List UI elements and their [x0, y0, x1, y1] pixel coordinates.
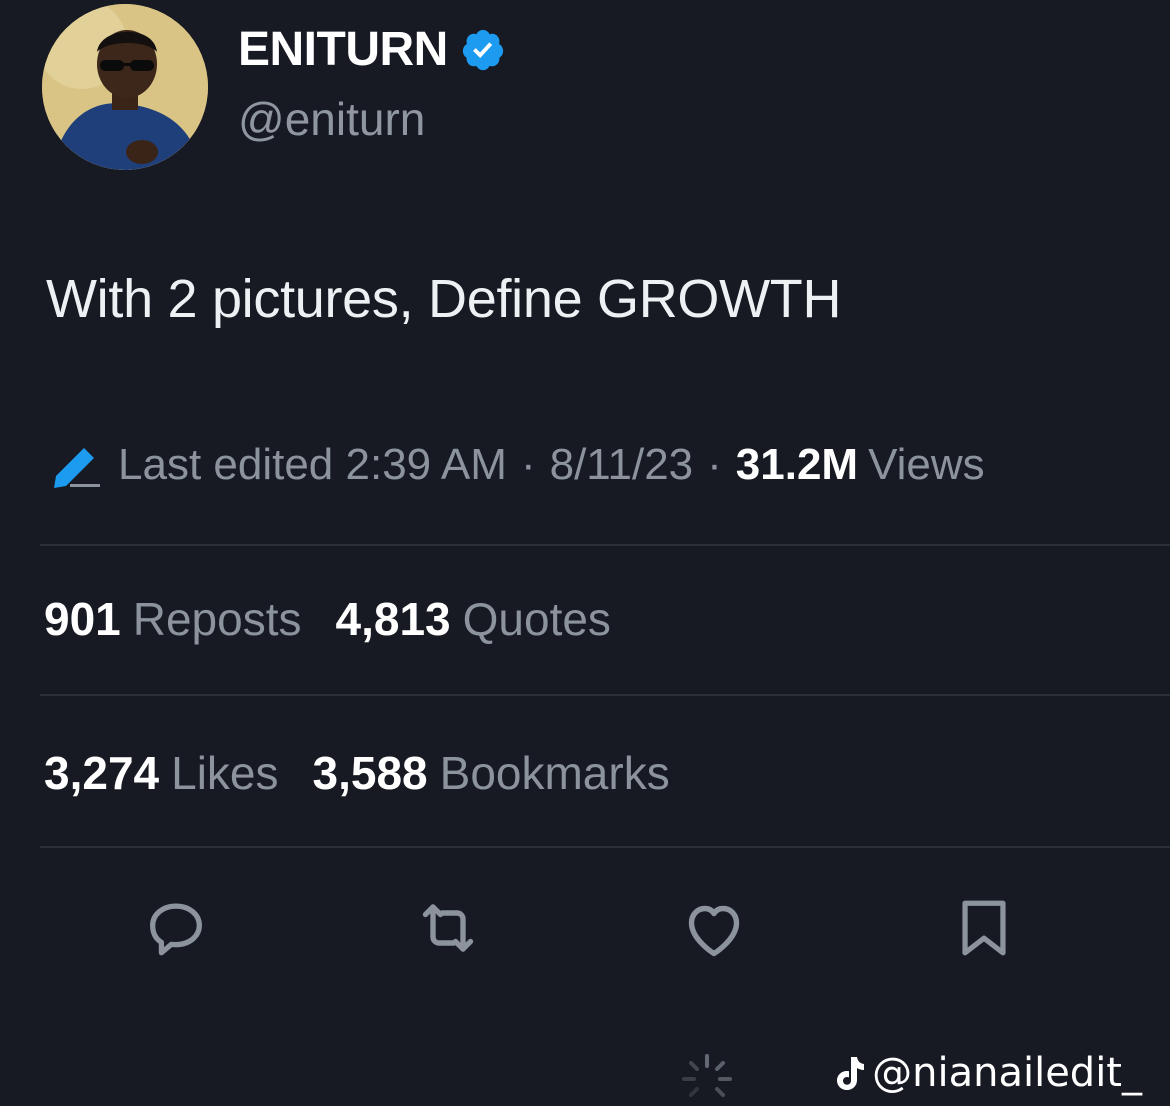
edited-label[interactable]: Last edited 2:39 AM	[118, 440, 507, 490]
views-label: Views	[868, 440, 985, 489]
divider	[40, 544, 1170, 546]
author-display-name[interactable]: ENITURN	[238, 22, 448, 77]
action-bar	[0, 892, 1170, 972]
quotes-count: 4,813	[335, 593, 451, 645]
pencil-edit-icon[interactable]	[50, 440, 118, 490]
tweet-text: With 2 pictures, Define GROWTH	[46, 269, 842, 329]
author-avatar[interactable]	[42, 4, 208, 170]
like-button[interactable]	[678, 892, 750, 964]
tweet-date: 8/11/23	[549, 440, 694, 489]
author-name-row: ENITURN	[238, 22, 506, 77]
quotes-label: Quotes	[462, 593, 611, 645]
repost-icon	[422, 904, 474, 952]
divider	[40, 694, 1170, 696]
reposts-count: 901	[44, 593, 121, 645]
verified-badge-icon	[460, 27, 506, 73]
reposts-label: Reposts	[132, 593, 302, 645]
meta-separator: ·	[520, 440, 536, 489]
avatar-photo	[42, 4, 208, 170]
tiktok-watermark: @nianailedit_	[832, 1050, 1142, 1096]
tweet-meta-row: Last edited 2:39 AM · 8/11/23 · 31.2M Vi…	[50, 440, 985, 490]
views-count: 31.2M	[735, 440, 859, 489]
quotes-stat[interactable]: 4,813 Quotes	[336, 592, 611, 646]
author-handle[interactable]: @eniturn	[238, 92, 425, 146]
stats-row-likes-bookmarks: 3,274 Likes 3,588 Bookmarks	[44, 746, 704, 800]
reply-button[interactable]	[140, 892, 212, 964]
meta-separator-2: ·	[707, 440, 722, 489]
bookmarks-stat[interactable]: 3,588 Bookmarks	[313, 746, 670, 800]
tiktok-icon	[837, 1057, 865, 1090]
bookmark-icon	[962, 900, 1006, 956]
like-icon	[688, 905, 740, 957]
reposts-stat[interactable]: 901 Reposts	[44, 592, 302, 646]
reply-icon	[150, 903, 202, 956]
bookmarks-label: Bookmarks	[439, 747, 670, 799]
tweet-detail-page: ENITURN @eniturn With 2 pictures, Define…	[0, 0, 1170, 1106]
watermark-text: @nianailedit_	[872, 1050, 1142, 1096]
likes-label: Likes	[171, 747, 279, 799]
bookmark-button[interactable]	[948, 892, 1020, 964]
likes-count: 3,274	[44, 747, 160, 799]
likes-stat[interactable]: 3,274 Likes	[44, 746, 279, 800]
bookmarks-count: 3,588	[312, 747, 428, 799]
loading-spinner-icon	[682, 1054, 732, 1097]
repost-button[interactable]	[412, 892, 484, 964]
divider	[40, 846, 1170, 848]
stats-row-reposts-quotes: 901 Reposts 4,813 Quotes	[44, 592, 645, 646]
